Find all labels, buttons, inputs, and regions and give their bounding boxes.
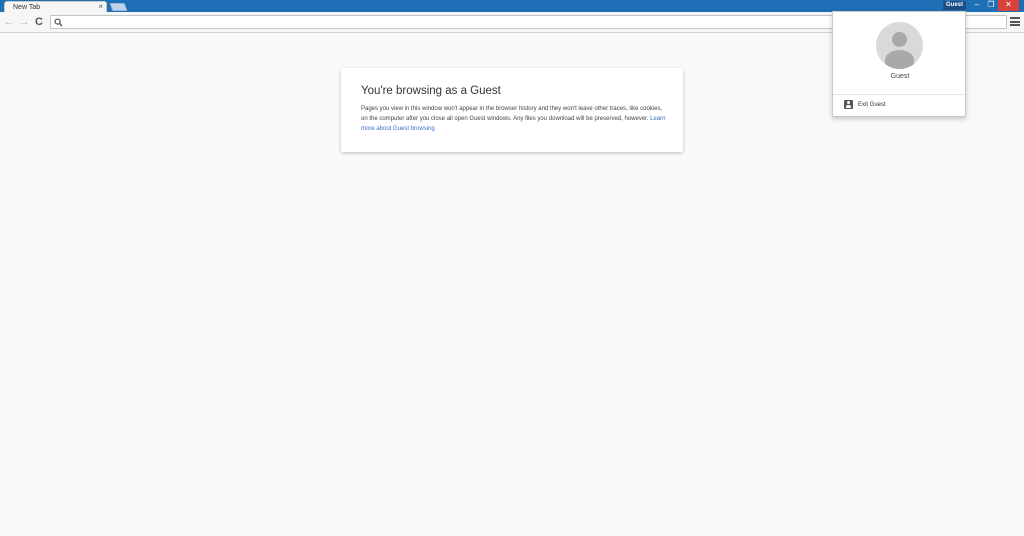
hamburger-menu-icon[interactable] (1010, 17, 1020, 27)
profile-badge[interactable]: Guest (943, 1, 967, 10)
back-arrow-icon[interactable]: ← (3, 16, 15, 28)
forward-arrow-icon[interactable]: → (18, 16, 30, 28)
search-icon (54, 18, 63, 27)
card-body: Pages you view in this window won't appe… (361, 104, 666, 134)
close-window-icon[interactable]: ✕ (998, 0, 1019, 11)
avatar-body (885, 50, 914, 69)
card-description: Pages you view in this window won't appe… (361, 106, 663, 122)
guest-info-card: You're browsing as a Guest Pages you vie… (341, 68, 683, 152)
reload-icon[interactable]: C (33, 16, 45, 28)
exit-guest-icon (844, 100, 853, 109)
maximize-icon[interactable]: ❐ (984, 0, 998, 10)
tab-close-icon[interactable]: × (98, 2, 103, 12)
profile-name: Guest (890, 73, 910, 80)
exit-guest-label: Exit Guest (858, 102, 886, 108)
popup-divider (833, 94, 965, 95)
exit-guest-button[interactable]: Exit Guest (833, 98, 965, 112)
avatar-icon[interactable] (876, 22, 923, 69)
new-tab-button[interactable] (109, 3, 128, 11)
avatar-head (892, 32, 907, 47)
minimize-icon[interactable]: – (970, 0, 984, 10)
card-title: You're browsing as a Guest (361, 85, 501, 97)
profile-popup: Guest Exit Guest (832, 11, 966, 117)
